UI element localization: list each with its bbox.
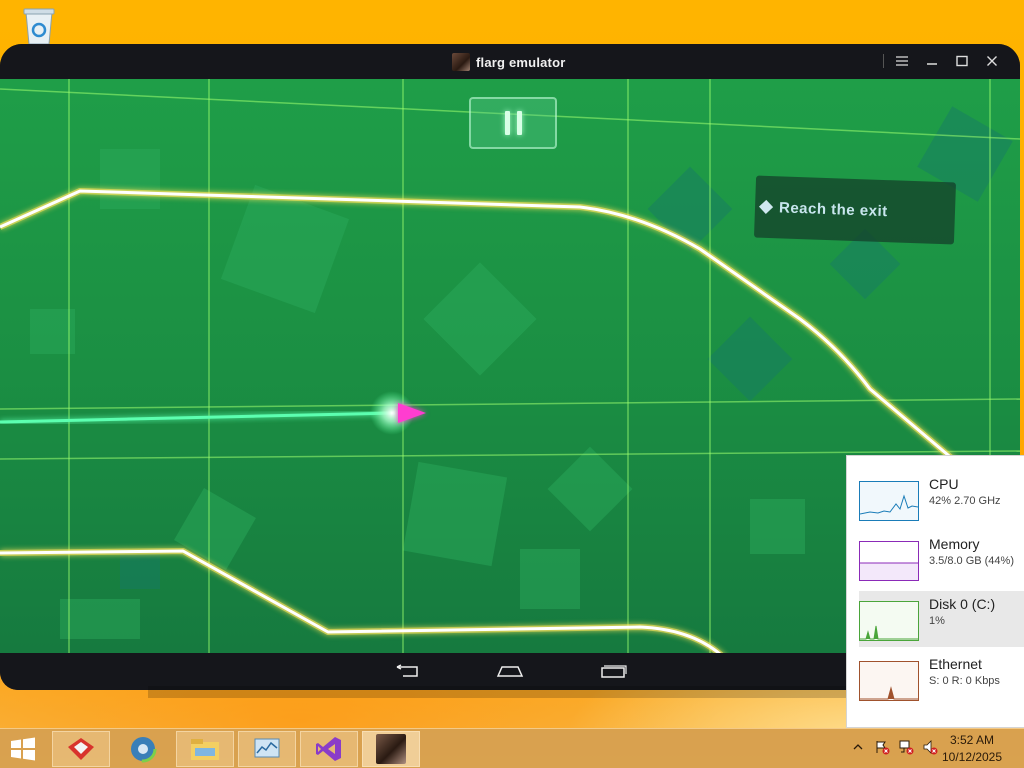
objective-banner: Reach the exit bbox=[753, 175, 957, 245]
recycle-bin-icon[interactable] bbox=[20, 6, 58, 46]
show-hidden-icons[interactable] bbox=[850, 739, 866, 755]
perf-sub: 42% 2.70 GHz bbox=[929, 495, 1001, 507]
minimize-icon[interactable] bbox=[924, 50, 940, 72]
window-title-group: flarg emulator bbox=[452, 53, 565, 71]
perf-item-ethernet[interactable]: Ethernet S: 0 R: 0 Kbps bbox=[859, 651, 1024, 707]
clock-time: 3:52 AM bbox=[949, 733, 995, 747]
system-tray bbox=[850, 739, 938, 755]
close-icon[interactable] bbox=[984, 50, 1000, 72]
objective-text: Reach the exit bbox=[778, 198, 888, 220]
cpu-graph bbox=[859, 481, 919, 521]
player-trail bbox=[0, 411, 396, 424]
start-icon[interactable] bbox=[8, 737, 38, 761]
perf-item-cpu[interactable]: CPU 42% 2.70 GHz bbox=[859, 471, 1024, 527]
menu-icon[interactable] bbox=[894, 50, 910, 72]
perf-item-disk[interactable]: Disk 0 (C:) 1% bbox=[859, 591, 1024, 647]
window-shadow bbox=[148, 686, 848, 698]
visual-studio-icon[interactable] bbox=[300, 731, 358, 767]
maximize-icon[interactable] bbox=[954, 50, 970, 72]
pause-button[interactable] bbox=[469, 97, 557, 149]
taskbar: 3:52 AM 10/12/2025 bbox=[0, 728, 1024, 768]
perf-title: Memory bbox=[929, 536, 980, 552]
recents-icon[interactable] bbox=[598, 662, 628, 680]
resource-monitor-icon[interactable] bbox=[238, 731, 296, 767]
pause-icon bbox=[504, 111, 510, 135]
perf-sub: S: 0 R: 0 Kbps bbox=[929, 675, 1000, 687]
perf-title: Ethernet bbox=[929, 656, 982, 672]
disk-graph bbox=[859, 601, 919, 641]
flag-alert-icon[interactable] bbox=[874, 739, 890, 755]
browser-icon[interactable] bbox=[114, 731, 172, 767]
controls-divider bbox=[883, 54, 884, 68]
window-controls bbox=[883, 50, 1000, 72]
toolbox-icon[interactable] bbox=[52, 731, 110, 767]
memory-graph bbox=[859, 541, 919, 581]
diamond-icon bbox=[758, 199, 774, 214]
performance-widget: CPU 42% 2.70 GHz Memory 3.5/8.0 GB (44%)… bbox=[846, 455, 1024, 728]
perf-title: CPU bbox=[929, 476, 959, 492]
emulator-app-icon bbox=[376, 734, 406, 764]
taskbar-clock[interactable]: 3:52 AM 10/12/2025 bbox=[932, 733, 1012, 764]
emulator-taskbar-button[interactable] bbox=[362, 731, 420, 767]
title-bar[interactable]: flarg emulator bbox=[0, 44, 1020, 79]
perf-title: Disk 0 (C:) bbox=[929, 596, 996, 612]
window-title: flarg emulator bbox=[476, 54, 566, 70]
perf-sub: 1% bbox=[929, 615, 945, 627]
network-alert-icon[interactable] bbox=[898, 739, 914, 755]
perf-sub: 3.5/8.0 GB (44%) bbox=[929, 555, 1014, 567]
clock-date: 10/12/2025 bbox=[941, 750, 1003, 764]
home-icon[interactable] bbox=[495, 662, 525, 680]
perf-item-memory[interactable]: Memory 3.5/8.0 GB (44%) bbox=[859, 531, 1024, 587]
pause-icon-bar bbox=[516, 111, 522, 135]
emulator-app-icon bbox=[452, 53, 470, 71]
file-explorer-icon[interactable] bbox=[176, 731, 234, 767]
back-icon[interactable] bbox=[392, 662, 422, 680]
ethernet-graph bbox=[859, 661, 919, 701]
